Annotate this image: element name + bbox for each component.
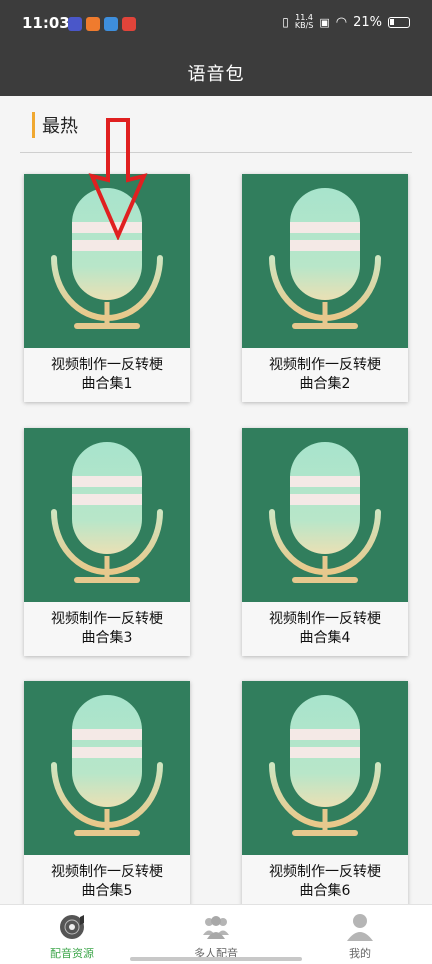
card-title: 视频制作一反转梗 曲合集4 (242, 604, 408, 654)
record-disc-icon (60, 915, 84, 939)
content-area: 最热 视频制作一反转梗 曲合集1 视频制作一反转梗 曲合集2 视频制作一反转梗 … (0, 96, 432, 909)
net-speed-unit: KB/S (294, 21, 314, 30)
title-bar: 语音包 (0, 50, 432, 96)
sim-icon: ▣ (319, 15, 330, 29)
notification-icon (122, 17, 136, 31)
microphone-icon (24, 428, 190, 602)
card-title-line1: 视频制作一反转梗 (51, 611, 163, 627)
card-title: 视频制作一反转梗 曲合集6 (242, 857, 408, 907)
net-speed: 11.4 KB/S (295, 14, 314, 30)
card-title: 视频制作一反转梗 曲合集1 (24, 350, 190, 400)
card-title: 视频制作一反转梗 曲合集5 (24, 857, 190, 907)
nav-item-mine[interactable]: 我的 (288, 905, 432, 964)
card-title-line1: 视频制作一反转梗 (51, 357, 163, 373)
app-screen: 11:03 ▯ 11.4 KB/S ▣ ◠ 21% 语音包 最热 视频制作一反转… (0, 0, 432, 964)
voice-pack-card[interactable]: 视频制作一反转梗 曲合集6 (242, 681, 408, 909)
card-title: 视频制作一反转梗 曲合集3 (24, 604, 190, 654)
voice-pack-card[interactable]: 视频制作一反转梗 曲合集3 (24, 428, 190, 656)
wifi-icon: ◠ (335, 14, 348, 30)
nav-item-group-dubbing[interactable]: 多人配音 (144, 905, 288, 964)
group-people-icon (203, 916, 229, 939)
voice-pack-card[interactable]: 视频制作一反转梗 曲合集4 (242, 428, 408, 656)
nav-label: 我的 (349, 947, 371, 960)
microphone-icon (242, 428, 408, 602)
card-title-line1: 视频制作一反转梗 (51, 864, 163, 880)
notification-icon (68, 17, 82, 31)
card-title-line1: 视频制作一反转梗 (269, 611, 381, 627)
section-header: 最热 (32, 112, 78, 138)
vibrate-icon: ▯ (282, 15, 289, 29)
microphone-icon (242, 681, 408, 855)
bottom-nav: 配音资源 多人配音 我的 (0, 904, 432, 964)
status-time: 11:03 (22, 14, 70, 32)
card-title-line1: 视频制作一反转梗 (269, 864, 381, 880)
notification-icon (86, 17, 100, 31)
status-right: ▯ 11.4 KB/S ▣ ◠ 21% (282, 14, 410, 30)
card-title-line2: 曲合集2 (299, 376, 351, 392)
card-title: 视频制作一反转梗 曲合集2 (242, 350, 408, 400)
card-title-line2: 曲合集1 (81, 376, 133, 392)
card-title-line2: 曲合集6 (299, 883, 351, 899)
notification-icon (104, 17, 118, 31)
nav-item-dubbing-resources[interactable]: 配音资源 (0, 905, 144, 964)
voice-pack-card[interactable]: 视频制作一反转梗 曲合集5 (24, 681, 190, 909)
section-accent-bar (32, 112, 35, 138)
battery-icon (388, 16, 410, 28)
page-title: 语音包 (187, 64, 245, 85)
card-title-line2: 曲合集5 (81, 883, 133, 899)
person-icon (347, 914, 373, 941)
section-title: 最热 (42, 116, 78, 137)
nav-label: 配音资源 (50, 947, 94, 960)
card-title-line2: 曲合集4 (299, 630, 351, 646)
microphone-icon (24, 681, 190, 855)
card-title-line1: 视频制作一反转梗 (269, 357, 381, 373)
voice-pack-card[interactable]: 视频制作一反转梗 曲合集2 (242, 174, 408, 402)
status-bar: 11:03 ▯ 11.4 KB/S ▣ ◠ 21% (0, 0, 432, 50)
down-arrow-icon (88, 118, 148, 240)
microphone-icon (242, 174, 408, 348)
top-bar: 11:03 ▯ 11.4 KB/S ▣ ◠ 21% 语音包 (0, 0, 432, 96)
battery-percent: 21% (353, 14, 382, 30)
home-indicator[interactable] (130, 957, 302, 961)
card-title-line2: 曲合集3 (81, 630, 133, 646)
divider (20, 152, 412, 153)
